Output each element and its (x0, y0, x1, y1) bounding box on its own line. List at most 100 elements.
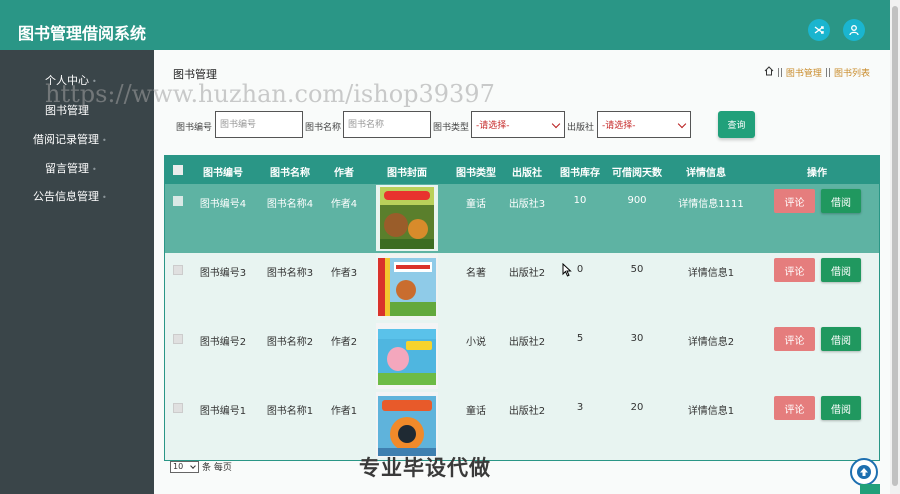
breadcrumb-sep: || (824, 67, 831, 78)
sidebar-item-announcements[interactable]: 公告信息管理 • (33, 188, 107, 204)
row-checkbox[interactable] (173, 196, 183, 206)
cell-book-name: 图书名称3 (266, 268, 314, 279)
comment-button[interactable]: 评论 (774, 327, 815, 351)
books-table: 图书编号 图书名称 作者 图书封面 图书类型 出版社 图书库存 可借阅天数 详情… (164, 155, 880, 461)
page-scrollbar-thumb[interactable] (892, 6, 898, 486)
breadcrumb-sep: || (776, 67, 783, 78)
cell-borrow-days: 20 (630, 402, 644, 413)
book-no-input[interactable] (215, 111, 303, 138)
col-header: 操作 (807, 168, 827, 179)
book-name-input[interactable] (343, 111, 431, 138)
cell-stock: 3 (576, 402, 584, 413)
user-icon[interactable] (843, 19, 865, 41)
cell-stock: 10 (573, 195, 587, 206)
cell-borrow-days: 50 (630, 264, 644, 275)
table-row[interactable]: 图书编号4 图书名称4 作者4 童话 出版社3 10 900 详情信息1111 … (165, 184, 879, 253)
app-title: 图书管理借阅系统 (18, 24, 147, 43)
publisher-select[interactable]: -请选择- (597, 111, 691, 138)
book-cover-image (376, 323, 438, 389)
sidebar-item-borrow-records[interactable]: 借阅记录管理 • (33, 131, 107, 147)
app-header: 图书管理借阅系统 (0, 0, 890, 50)
book-type-value: -请选择- (476, 121, 510, 131)
back-to-top-button[interactable] (850, 458, 878, 486)
publisher-label: 出版社 (567, 123, 595, 133)
borrow-button[interactable]: 借阅 (821, 258, 861, 282)
query-button[interactable]: 查询 (718, 111, 755, 138)
cell-publisher: 出版社2 (508, 268, 546, 279)
page-size-value: 10 (173, 461, 184, 471)
chevron-down-icon (551, 119, 561, 129)
row-checkbox[interactable] (173, 265, 183, 275)
table-header: 图书编号 图书名称 作者 图书封面 图书类型 出版社 图书库存 可借阅天数 详情… (165, 156, 879, 184)
book-type-label: 图书类型 (433, 123, 470, 133)
table-row[interactable]: 图书编号1 图书名称1 作者1 童话 出版社2 3 20 详情信息1 评论 借阅 (165, 391, 879, 460)
col-header[interactable]: 可借阅天数 (612, 164, 662, 179)
publisher-value: -请选择- (602, 121, 636, 131)
sidebar-item-label: 留言管理 (45, 162, 89, 175)
cell-publisher: 出版社2 (508, 406, 546, 417)
page-size-select[interactable]: 10 (170, 460, 199, 473)
comment-button[interactable]: 评论 (774, 396, 815, 420)
book-no-label: 图书编号 (176, 123, 213, 133)
sidebar-item-label: 借阅记录管理 (33, 133, 99, 146)
mouse-cursor-icon (562, 262, 572, 280)
cell-book-no: 图书编号4 (199, 199, 247, 210)
chevron-down-icon (677, 119, 687, 129)
comment-button[interactable]: 评论 (774, 258, 815, 282)
col-header[interactable]: 详情信息 (686, 164, 726, 179)
breadcrumb-books[interactable]: 图书管理 (786, 66, 822, 79)
cell-author: 作者1 (330, 406, 358, 417)
col-header[interactable]: 出版社 (512, 164, 542, 179)
table-row[interactable]: 图书编号2 图书名称2 作者2 小说 出版社2 5 30 详情信息2 评论 借阅 (165, 322, 879, 391)
borrow-button[interactable]: 借阅 (821, 189, 861, 213)
chevron-icon: • (102, 136, 107, 145)
select-all-checkbox[interactable] (173, 165, 183, 175)
cell-stock: 5 (576, 333, 584, 344)
cell-book-name: 图书名称2 (266, 337, 314, 348)
table-row[interactable]: 图书编号3 图书名称3 作者3 名著 出版社2 0 50 详情信息1 评论 借阅 (165, 253, 879, 322)
chevron-icon: • (102, 193, 107, 202)
cell-detail: 详情信息1111 (678, 199, 744, 210)
watermark-url: https://www.huzhan.com/ishop39397 (45, 80, 495, 108)
cell-stock: 0 (576, 264, 584, 275)
home-icon[interactable] (764, 66, 774, 79)
sidebar-item-messages[interactable]: 留言管理 • (45, 160, 97, 176)
chevron-icon: • (92, 165, 97, 174)
cell-type: 小说 (466, 337, 486, 348)
cell-book-no: 图书编号3 (199, 268, 247, 279)
cell-type: 童话 (466, 406, 486, 417)
col-header[interactable]: 图书名称 (270, 164, 310, 179)
book-cover-image (376, 254, 438, 320)
breadcrumb-list[interactable]: 图书列表 (834, 66, 870, 79)
col-header[interactable]: 图书封面 (387, 164, 427, 179)
cell-detail: 详情信息1 (687, 406, 735, 417)
col-header[interactable]: 作者 (334, 164, 354, 179)
borrow-button[interactable]: 借阅 (821, 396, 861, 420)
cell-book-name: 图书名称1 (266, 406, 314, 417)
sidebar-item-label: 公告信息管理 (33, 190, 99, 203)
book-type-select[interactable]: -请选择- (471, 111, 565, 138)
col-header[interactable]: 图书类型 (456, 164, 496, 179)
row-checkbox[interactable] (173, 334, 183, 344)
borrow-button[interactable]: 借阅 (821, 327, 861, 351)
cell-author: 作者2 (330, 337, 358, 348)
watermark-text: 专业毕设代做 (359, 456, 491, 480)
cell-publisher: 出版社2 (508, 337, 546, 348)
cell-detail: 详情信息1 (687, 268, 735, 279)
cell-publisher: 出版社3 (508, 199, 546, 210)
cell-type: 童话 (466, 199, 486, 210)
cell-book-no: 图书编号1 (199, 406, 247, 417)
col-header[interactable]: 图书编号 (203, 164, 243, 179)
pagination: 10 条 每页 (170, 460, 232, 473)
comment-button[interactable]: 评论 (774, 189, 815, 213)
book-cover-image (376, 185, 438, 251)
cell-borrow-days: 30 (630, 333, 644, 344)
cell-author: 作者3 (330, 268, 358, 279)
cell-detail: 详情信息2 (687, 337, 735, 348)
corner-badge (860, 484, 880, 494)
col-header[interactable]: 图书库存 (560, 164, 600, 179)
row-checkbox[interactable] (173, 403, 183, 413)
cell-borrow-days: 900 (627, 195, 647, 206)
cell-book-no: 图书编号2 (199, 337, 247, 348)
shuffle-icon[interactable] (808, 19, 830, 41)
